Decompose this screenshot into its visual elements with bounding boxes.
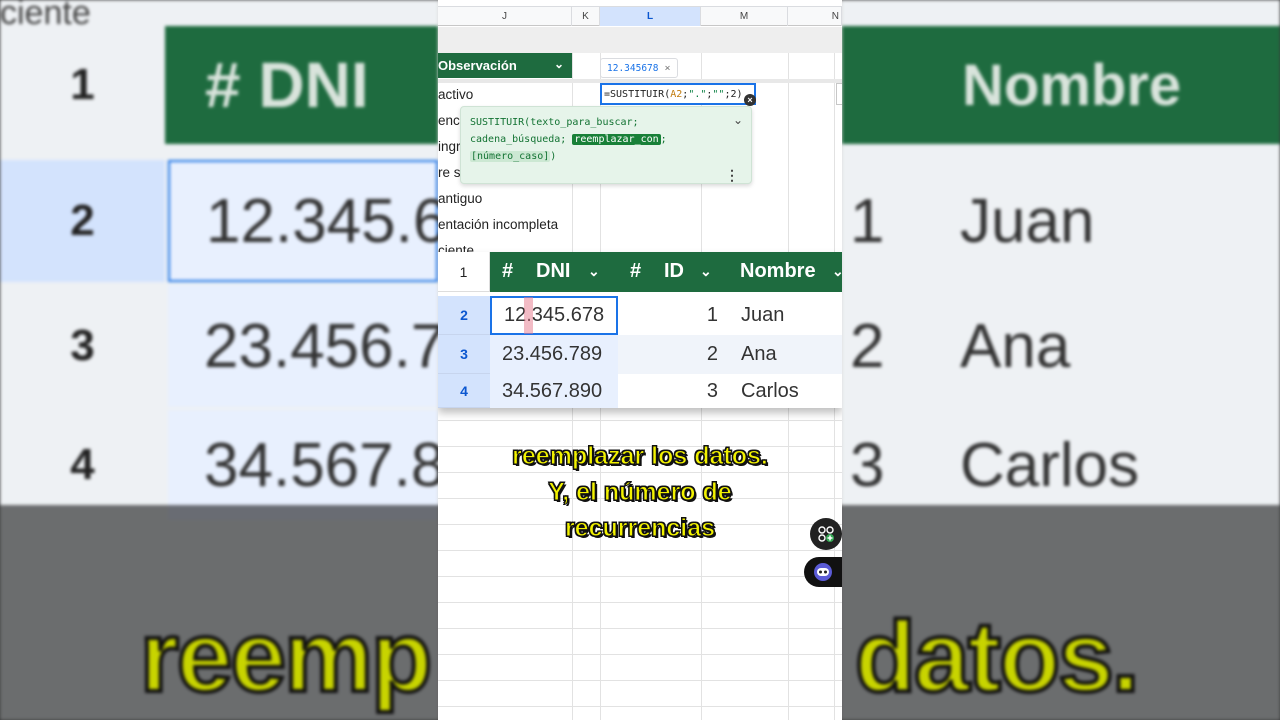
- column-headers: J K L M N: [438, 6, 842, 26]
- header-id: ID: [664, 260, 684, 282]
- bg-caption-left: reemp: [138, 599, 434, 715]
- bg-dni-4: 34.567.8: [168, 410, 445, 520]
- grid-line: [438, 602, 842, 603]
- bg-header-right: Nombre: [842, 26, 1280, 144]
- assistant-face-icon: [814, 563, 832, 581]
- zoomed-table-overlay: 1 # DNI ⌄ # ID ⌄ Nombre ⌄ 2 12.345.678 1…: [438, 252, 842, 408]
- observacion-cell[interactable]: entación incompleta: [438, 211, 572, 237]
- formula-prefix: =SUSTITUIR(: [604, 88, 671, 100]
- formula-input[interactable]: =SUSTITUIR(A2; "."; ""; 2): [600, 83, 756, 105]
- header-dni: DNI: [536, 260, 571, 282]
- table-header-row: # DNI ⌄ # ID ⌄ Nombre ⌄: [490, 252, 842, 292]
- dni-cell[interactable]: 23.456.789: [490, 335, 618, 374]
- more-options-icon[interactable]: ⋮: [725, 167, 739, 184]
- name-cell[interactable]: Carlos: [728, 374, 842, 408]
- bg-id-3: 2: [850, 311, 885, 381]
- formula-cell-ref: A2: [670, 88, 683, 100]
- bg-name-2: Juan: [960, 186, 1095, 256]
- grid-line: [438, 706, 842, 707]
- signature-close: ): [550, 151, 557, 162]
- id-cell[interactable]: 1: [618, 296, 728, 335]
- signature-line-1: SUSTITUIR(texto_para_buscar;: [470, 117, 639, 128]
- row-header-4[interactable]: 4: [438, 374, 490, 408]
- grid-line: [438, 628, 842, 629]
- chevron-down-icon[interactable]: ⌄: [733, 113, 743, 127]
- id-cell[interactable]: 2: [618, 335, 728, 374]
- formula-string-arg: ".": [688, 88, 707, 100]
- header-hash-1: #: [502, 260, 514, 282]
- signature-active-arg: reemplazar_con: [572, 134, 661, 145]
- header-hash-2: #: [630, 260, 642, 282]
- column-header-k[interactable]: K: [572, 7, 600, 26]
- grid-line: [438, 680, 842, 681]
- name-cell[interactable]: Juan: [728, 296, 842, 335]
- bg-dni-2: 12.345.6: [168, 160, 447, 282]
- column-header-l[interactable]: L: [600, 7, 701, 26]
- observacion-cell[interactable]: activo: [438, 81, 572, 107]
- char-highlight-marker: [524, 297, 533, 334]
- chevron-down-icon[interactable]: ⌄: [588, 263, 600, 280]
- signature-arg: cadena_búsqueda;: [470, 134, 573, 145]
- dni-cell-active[interactable]: 12.345.678: [490, 296, 618, 335]
- cell-value-chip[interactable]: 12.345678 ×: [600, 58, 678, 78]
- close-icon[interactable]: ×: [664, 63, 670, 74]
- function-help-tooltip: SUSTITUIR(texto_para_buscar; cadena_búsq…: [460, 106, 752, 184]
- bg-id-4: 3: [850, 430, 885, 500]
- formula-string-arg: "": [712, 88, 725, 100]
- caption-line-3: recurrencias: [564, 514, 716, 543]
- function-signature: SUSTITUIR(texto_para_buscar; cadena_búsq…: [470, 114, 730, 165]
- chevron-down-icon[interactable]: ⌄: [832, 263, 842, 280]
- row-header-1[interactable]: 1: [438, 252, 490, 292]
- bg-rownum-4: 4: [70, 440, 95, 489]
- caption-line-1: reemplazar los datos.: [512, 442, 769, 471]
- bg-name-3: Ana: [960, 311, 1071, 381]
- column-header-m[interactable]: M: [701, 7, 788, 26]
- add-shape-icon: [818, 526, 834, 542]
- bg-caption-right: datos.: [853, 599, 1141, 715]
- bg-id-2: 1: [850, 186, 885, 256]
- header-nombre: Nombre: [740, 260, 816, 282]
- grid-line: [438, 576, 842, 577]
- chevron-down-icon[interactable]: ⌄: [700, 263, 712, 280]
- signature-optional-arg: [número_caso]: [470, 151, 551, 162]
- bg-name-4: Carlos: [960, 430, 1140, 500]
- grid-line: [438, 420, 842, 421]
- assistant-button[interactable]: [804, 557, 842, 587]
- frozen-row-band: [438, 27, 842, 53]
- id-cell[interactable]: 3: [618, 374, 728, 408]
- signature-sep: ;: [660, 134, 667, 145]
- grid-line: [438, 550, 842, 551]
- bg-dni-3: 23.456.7: [168, 285, 445, 407]
- observacion-cell[interactable]: antiguo: [438, 185, 572, 211]
- signature-line-2: cadena_búsqueda; reemplazar_con;: [470, 131, 730, 148]
- observacion-header[interactable]: Observación ⌄: [438, 53, 572, 78]
- bg-header-left: # DNI: [165, 26, 438, 144]
- row-header-3[interactable]: 3: [438, 335, 490, 374]
- video-caption: reemplazar los datos. Y, el número de re…: [438, 438, 842, 546]
- phone-screen: J K L M N Observación ⌄ activo enci ingr…: [438, 0, 842, 720]
- column-header-n[interactable]: N: [788, 7, 842, 26]
- bg-rownum-1: 1: [70, 60, 95, 109]
- grid-line: [438, 654, 842, 655]
- column-header-j[interactable]: J: [438, 7, 572, 26]
- cell-value-text: 12.345678: [607, 62, 659, 74]
- chevron-down-icon[interactable]: ⌄: [554, 57, 564, 71]
- caption-line-2: Y, el número de: [548, 478, 732, 507]
- signature-line-3: [número_caso]): [470, 148, 730, 165]
- row-header-2[interactable]: 2: [438, 296, 490, 335]
- formula-overflow-edge: [836, 83, 842, 105]
- add-shape-button[interactable]: [810, 518, 842, 550]
- name-cell[interactable]: Ana: [728, 335, 842, 374]
- clear-formula-icon[interactable]: ×: [744, 94, 756, 106]
- bg-rownum-2: 2: [0, 160, 165, 282]
- formula-tail: 2): [730, 88, 743, 100]
- bg-rownum-3: 3: [70, 321, 95, 370]
- dni-cell[interactable]: 34.567.890: [490, 374, 618, 408]
- observacion-header-label: Observación: [438, 58, 517, 73]
